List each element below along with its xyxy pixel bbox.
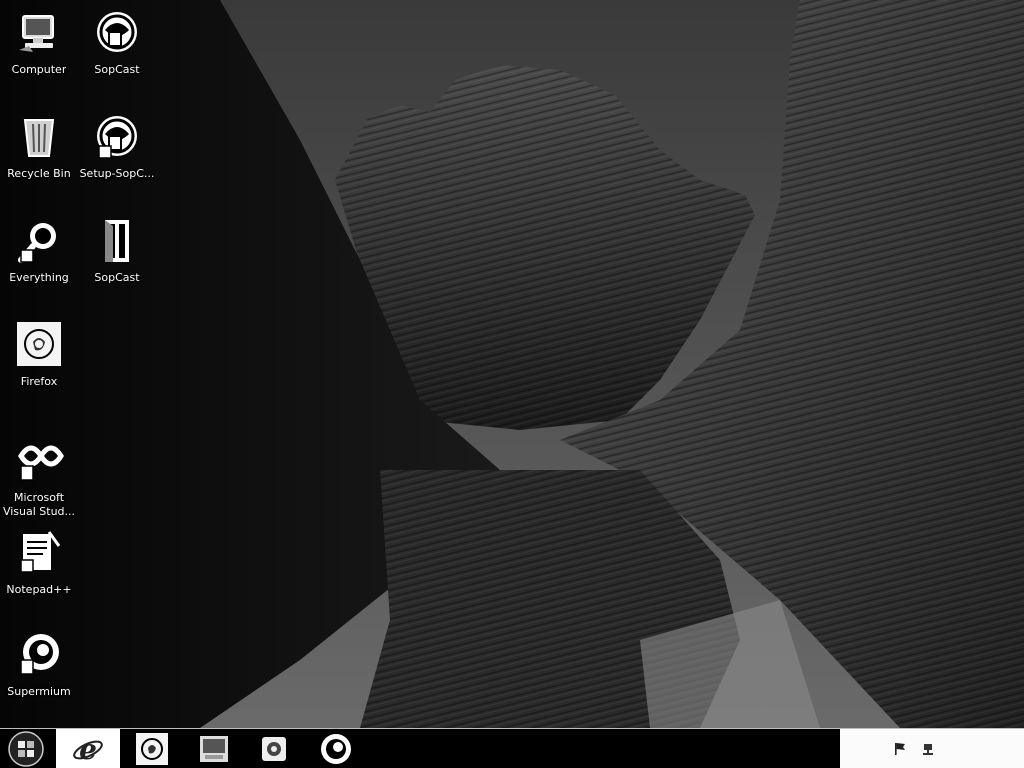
sopcast-setup-icon xyxy=(97,116,137,159)
taskbar: e xyxy=(0,728,1024,768)
desktop-icon-recycle-bin[interactable]: Recycle Bin xyxy=(0,112,78,181)
desktop-icon-everything[interactable]: Everything xyxy=(0,216,78,285)
system-tray xyxy=(840,729,1024,768)
firefox-icon xyxy=(17,322,61,366)
computer-icon xyxy=(200,736,228,762)
taskbar-button-supermium[interactable] xyxy=(304,729,368,768)
taskbar-button-firefox[interactable] xyxy=(120,729,184,768)
desktop-icon-label: Microsoft Visual Stud... xyxy=(2,491,76,518)
everything-search-icon xyxy=(18,223,56,263)
sopcast-icon xyxy=(97,12,137,52)
desktop-icon-label: Setup-SopC... xyxy=(79,167,155,180)
taskbar-button-computer[interactable] xyxy=(182,729,246,768)
taskbar-button-internet-explorer[interactable]: e xyxy=(56,729,120,768)
supermium-icon xyxy=(20,634,59,675)
desktop-icon-label: Everything xyxy=(9,271,69,284)
desktop-icon-computer[interactable]: Computer xyxy=(0,8,78,77)
desktop-icon-firefox[interactable]: Firefox xyxy=(0,320,78,389)
desktop-icon-setup-sopcast[interactable]: Setup-SopC... xyxy=(78,112,156,181)
desktop-wallpaper xyxy=(0,0,1024,728)
desktop-icon-label: SopCast xyxy=(94,63,140,76)
svg-text:e: e xyxy=(79,733,97,766)
desktop-icon-label: Firefox xyxy=(20,375,58,388)
sopcast-folder-icon xyxy=(105,220,129,262)
computer-icon xyxy=(19,15,54,52)
desktop-icon-label: Computer xyxy=(11,63,67,76)
desktop-icon-notepad-plus-plus[interactable]: Notepad++ xyxy=(0,528,78,597)
desktop-icon-label: Supermium xyxy=(7,685,71,698)
desktop-icon-sopcast-folder[interactable]: SopCast xyxy=(78,216,156,285)
media-player-icon xyxy=(262,737,286,761)
network-icon[interactable] xyxy=(920,741,936,757)
visual-studio-icon xyxy=(18,445,64,481)
action-center-flag-icon[interactable] xyxy=(892,741,908,757)
notepad-plus-plus-icon xyxy=(20,531,61,573)
recycle-bin-icon xyxy=(23,119,55,157)
internet-explorer-icon: e xyxy=(73,733,103,766)
desktop-icon-label: SopCast xyxy=(94,271,140,284)
start-button[interactable] xyxy=(4,731,48,767)
firefox-icon xyxy=(136,733,168,765)
desktop-icon-label: Recycle Bin xyxy=(7,167,71,180)
desktop-icon-sopcast[interactable]: SopCast xyxy=(78,8,156,77)
desktop-icon-supermium[interactable]: Supermium xyxy=(0,630,78,699)
supermium-icon xyxy=(321,734,351,764)
start-orb-icon xyxy=(8,731,44,767)
desktop-icon-label: Notepad++ xyxy=(6,583,72,596)
taskbar-button-media-player[interactable] xyxy=(242,729,306,768)
desktop-icon-visual-studio[interactable]: Microsoft Visual Stud... xyxy=(0,436,78,519)
